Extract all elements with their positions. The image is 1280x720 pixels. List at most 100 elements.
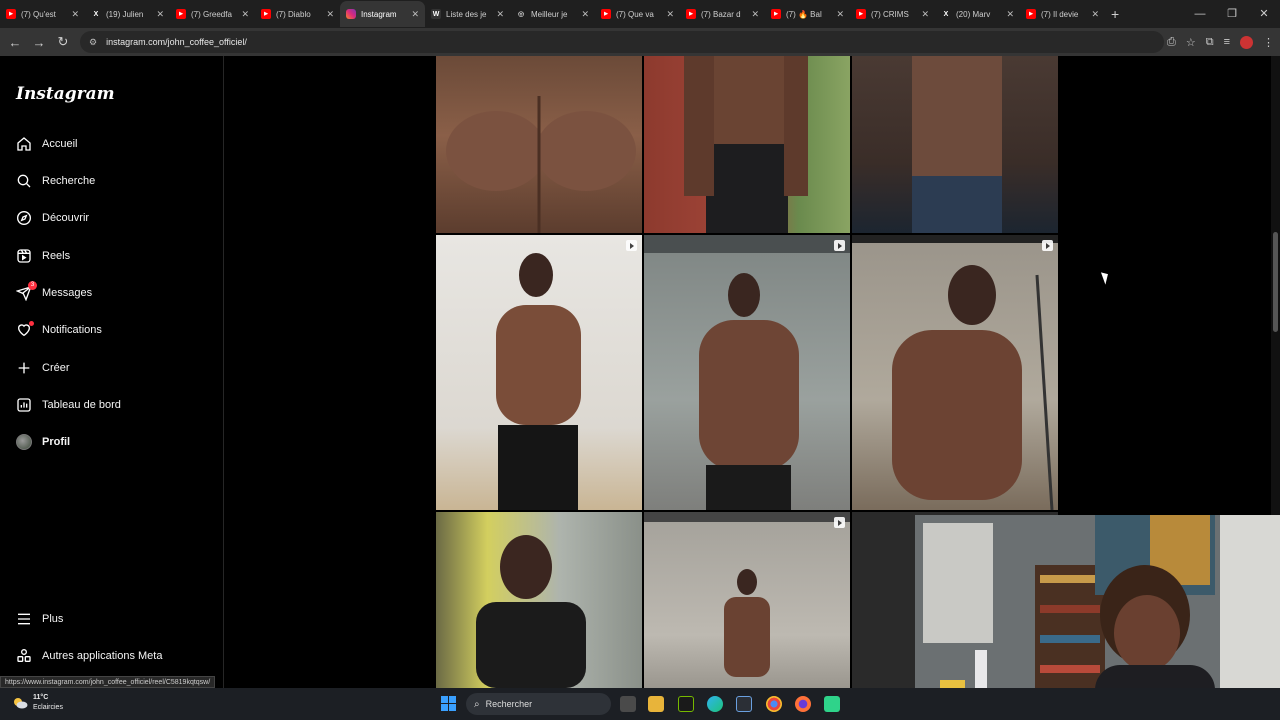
nav-item-tableau-de-bord[interactable]: Tableau de bord [16,395,121,415]
post-thumbnail[interactable] [852,235,1058,510]
tab-close-icon[interactable]: ✕ [241,9,249,20]
windows-start-icon[interactable] [441,696,456,711]
tab-close-icon[interactable]: ✕ [71,9,79,20]
store-icon[interactable] [736,696,752,712]
browser-tab[interactable]: ▶ (7) 🔥 Bal ✕ [765,1,850,27]
task-view-icon[interactable] [620,696,636,712]
restore-icon[interactable]: ❐ [1216,0,1248,28]
heart-icon [16,321,34,338]
weather-cloud-sun-icon [12,696,28,710]
post-thumbnail[interactable] [644,56,850,233]
link-preview-status: https://www.instagram.com/john_coffee_of… [0,676,216,688]
nav-item-creer[interactable]: Créer [16,358,70,378]
nav-item-meta-apps[interactable]: Autres applications Meta [16,646,162,666]
post-thumbnail[interactable] [436,235,642,510]
post-image [644,235,850,510]
browser-tab[interactable]: ▶ (7) Diablo ✕ [255,1,340,27]
nav-label: Messages [42,287,93,299]
instagram-logo[interactable]: Instagram [16,84,115,104]
post-thumbnail[interactable] [436,512,642,688]
messenger-icon: 3 [16,281,37,301]
nav-item-accueil[interactable]: Accueil [16,134,77,154]
post-image [644,512,850,677]
firefox-icon[interactable] [795,696,811,712]
search-icon [16,173,32,189]
post-thumbnail[interactable] [644,512,850,688]
browser-tab[interactable]: ▶ (7) Que va ✕ [595,1,680,27]
tab-close-icon[interactable]: ✕ [921,9,929,20]
tab-close-icon[interactable]: ✕ [411,9,419,20]
tab-close-icon[interactable]: ✕ [156,9,164,20]
reel-icon [626,240,637,251]
tab-close-icon[interactable]: ✕ [751,9,759,20]
nav-label: Autres applications Meta [42,650,163,662]
new-tab-button[interactable]: + [1111,6,1119,22]
taskbar-search[interactable]: ⌕ Rechercher [466,693,611,715]
nav-item-notifications[interactable]: Notifications [16,320,102,340]
menu-icon [16,611,32,627]
nav-item-messages[interactable]: 3 Messages [16,281,93,303]
post-image [476,535,586,688]
browser-tab[interactable]: W Liste des je ✕ [425,1,510,27]
browser-profile-avatar[interactable] [1240,35,1253,49]
tab-close-icon[interactable]: ✕ [496,9,504,20]
edge-icon[interactable] [707,696,723,712]
notification-dot [29,321,34,326]
close-icon[interactable]: ✕ [1248,0,1280,28]
youtube-icon: ▶ [771,9,781,19]
post-image [912,56,1002,233]
nvidia-icon[interactable] [678,696,694,712]
nav-item-recherche[interactable]: Recherche [16,171,95,191]
forward-icon[interactable]: → [27,35,51,50]
browser-tab[interactable]: ▶ (7) Greedfa ✕ [170,1,255,27]
back-icon[interactable]: ← [3,35,27,50]
plus-icon [16,360,32,376]
browser-tab[interactable]: X (19) Julien ✕ [85,1,170,27]
browser-tab[interactable]: ◎ Meilleur je ✕ [510,1,595,27]
tab-title: Instagram [361,9,397,19]
instagram-icon [346,9,356,19]
bookmark-star-icon[interactable]: ☆ [1186,36,1196,49]
extensions-icon[interactable]: ⧉ [1206,36,1214,49]
wikipedia-icon: W [431,9,441,19]
nav-label: Reels [42,250,71,262]
tab-close-icon[interactable]: ✕ [326,9,334,20]
browser-tab[interactable]: ▶ (7) Bazar d ✕ [680,1,765,27]
post-thumbnail[interactable] [436,56,642,233]
file-explorer-icon[interactable] [648,696,664,712]
post-image [684,56,808,233]
nav-label: Accueil [42,138,78,150]
weather-text: 11°C Eclaircies [33,693,63,713]
scrollbar-thumb[interactable] [1273,232,1278,332]
address-bar[interactable]: ⚙ instagram.com/john_coffee_officiel/ [80,31,1164,53]
chrome-icon[interactable] [766,696,782,712]
site-info-icon[interactable]: ⚙ [89,37,97,48]
browser-tab[interactable]: X (20) Marv ✕ [935,1,1020,27]
tab-close-icon[interactable]: ✕ [836,9,844,20]
nav-item-plus[interactable]: Plus [16,609,63,629]
reel-icon [834,240,845,251]
browser-menu-icon[interactable]: ⋮ [1263,36,1274,49]
tab-close-icon[interactable]: ✕ [1091,9,1099,20]
tab-close-icon[interactable]: ✕ [581,9,589,20]
browser-tab[interactable]: ▶ (7) Il devie ✕ [1020,1,1105,27]
post-thumbnail[interactable] [644,235,850,510]
media-control-icon[interactable]: ≡ [1224,36,1230,48]
nav-label: Tableau de bord [42,399,121,411]
tab-close-icon[interactable]: ✕ [666,9,674,20]
youtube-icon: ▶ [6,9,16,19]
browser-tab[interactable]: ▶ (7) CRIMS ✕ [850,1,935,27]
tab-title: Liste des je [446,9,487,19]
weather-widget[interactable]: 11°C Eclaircies [12,693,63,713]
app-icon[interactable] [824,696,840,712]
reload-icon[interactable]: ↻ [51,34,75,50]
post-thumbnail[interactable] [852,56,1058,233]
install-app-icon[interactable]: ⎙ [1167,36,1176,49]
minimize-icon[interactable]: — [1184,0,1216,28]
nav-item-reels[interactable]: Reels [16,246,70,266]
tab-close-icon[interactable]: ✕ [1006,9,1014,20]
nav-item-profil[interactable]: Profil [16,432,70,452]
browser-tab[interactable]: ▶ (7) Qu'est ✕ [0,1,85,27]
browser-tab[interactable]: Instagram ✕ [340,1,425,27]
nav-item-decouvrir[interactable]: Découvrir [16,208,89,228]
